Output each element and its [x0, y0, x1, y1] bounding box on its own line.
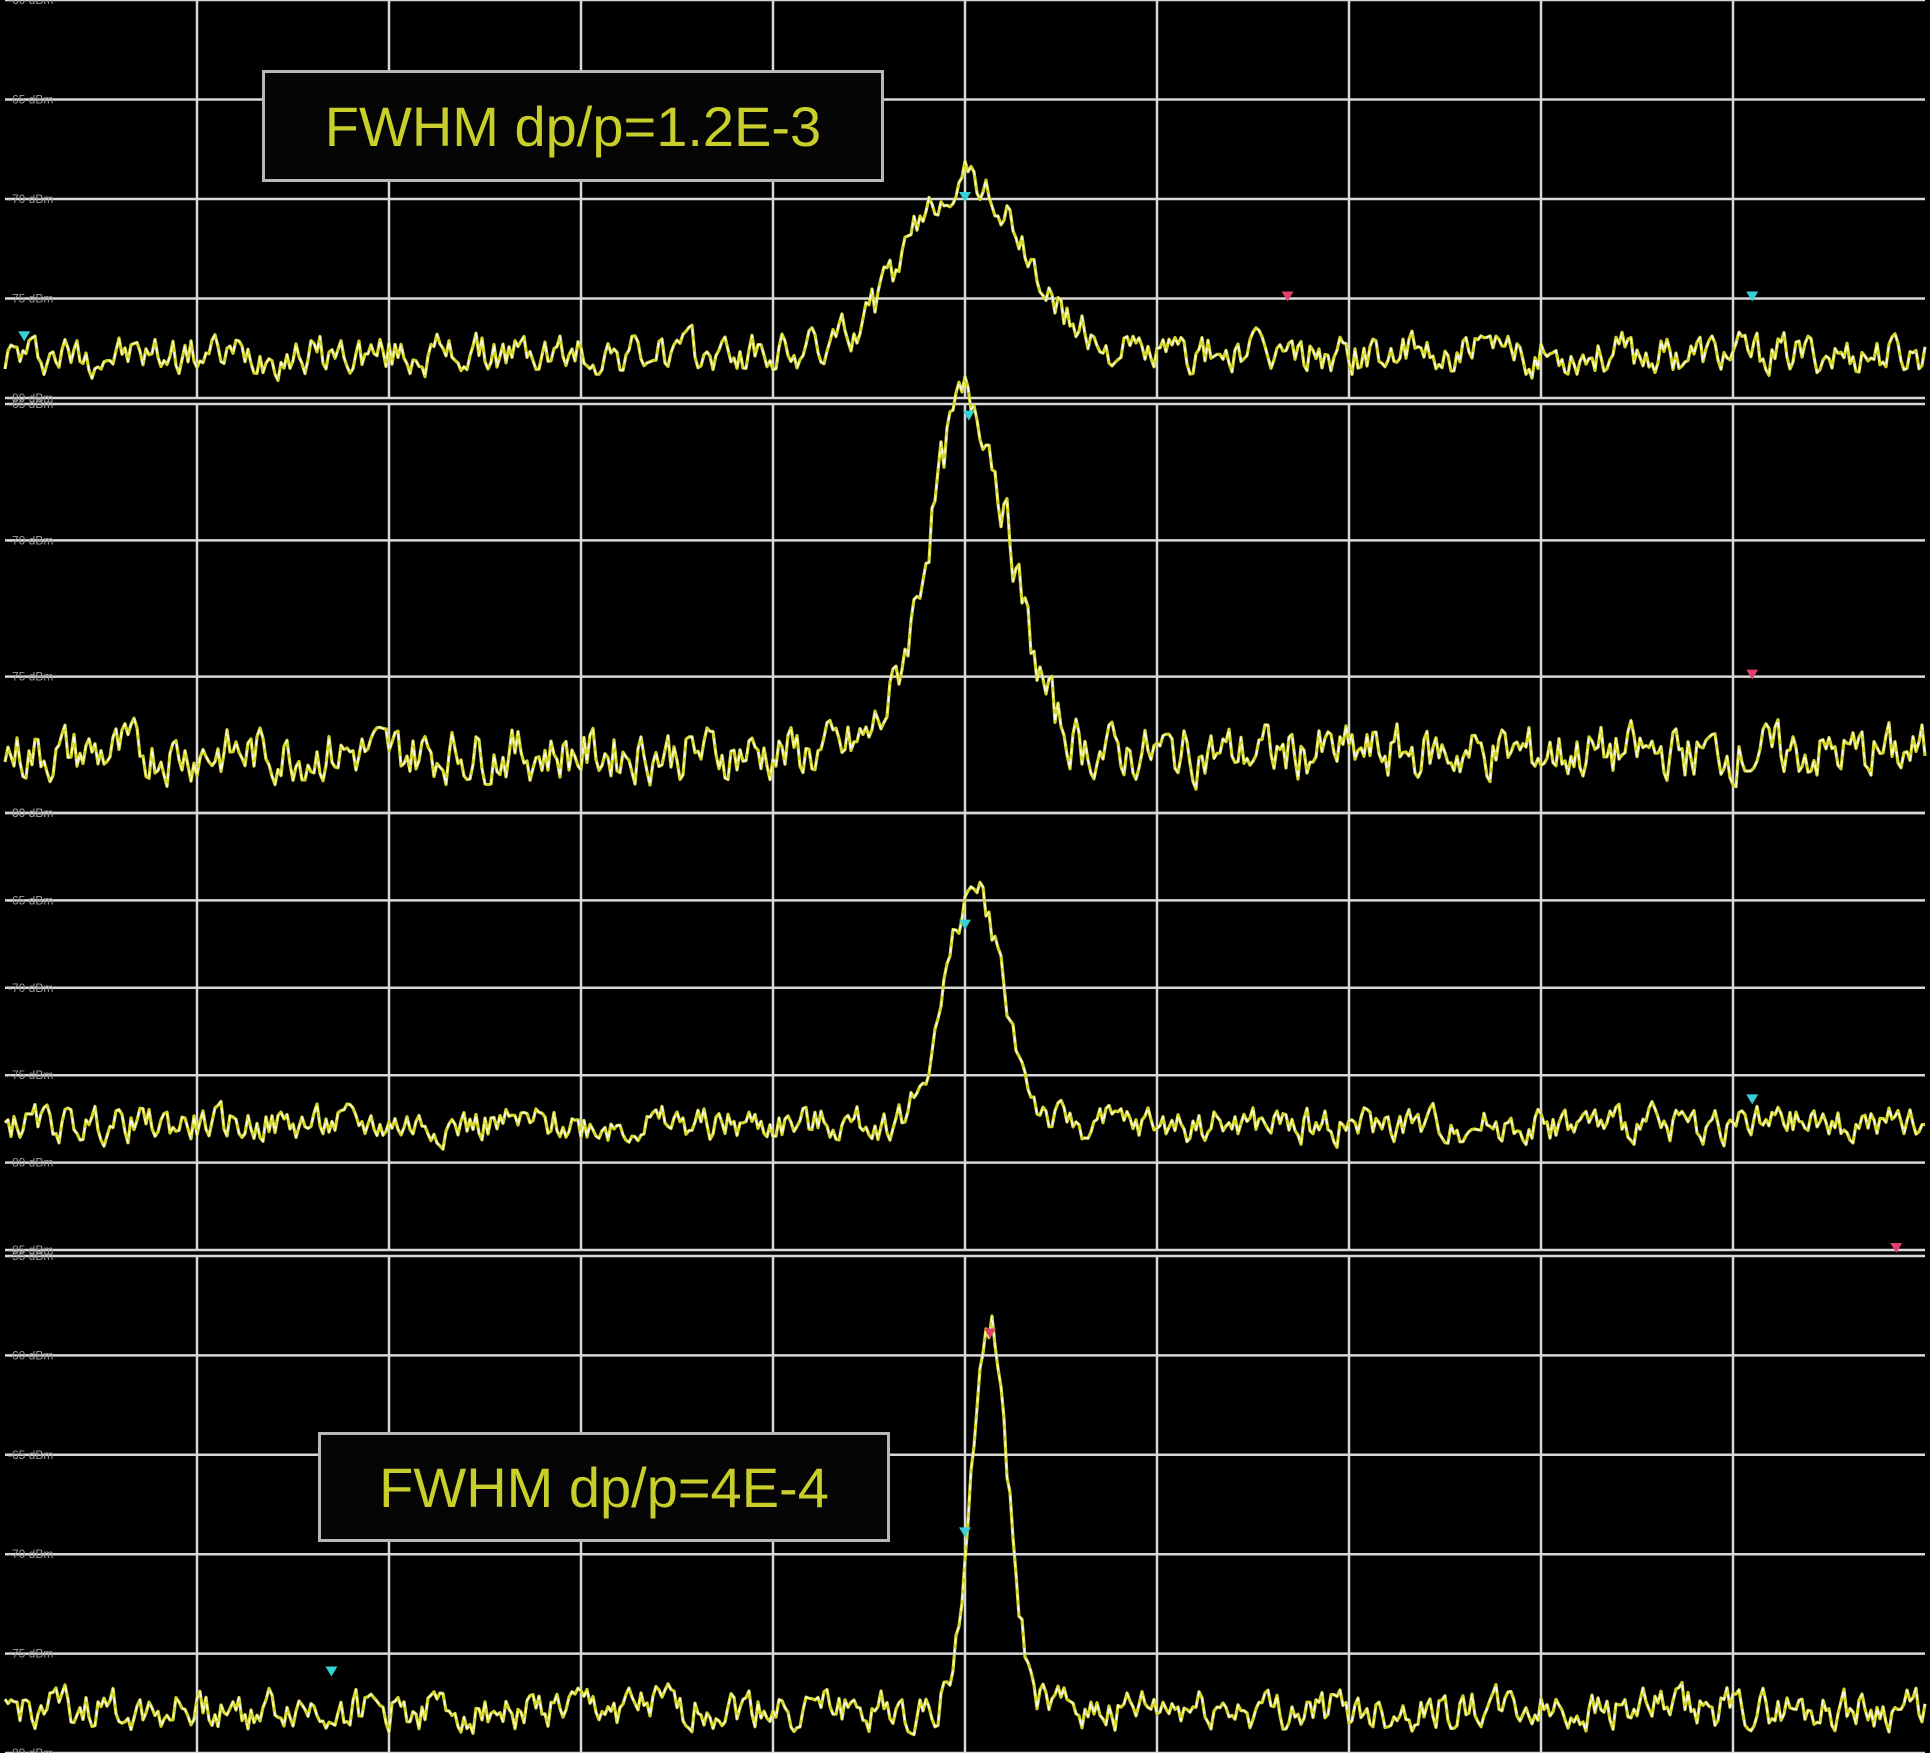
y-tick-label: -70 dBm [8, 1547, 53, 1561]
y-tick-label: -75 dBm [8, 1647, 53, 1661]
spectrum-analyzer-display: -60 dBm -65 dBm -70 dBm -75 dBm -80 dBm -65 d… [0, 0, 1930, 1753]
fwhm-annotation-top: FWHM dp/p=1.2E-3 [262, 70, 884, 182]
y-tick-label: -80 dBm [8, 1156, 53, 1170]
y-tick-label: -75 dBm [8, 292, 53, 306]
marker-point [1746, 1094, 1759, 1105]
marker-point [325, 1666, 338, 1677]
y-tick-label: -75 dBm [8, 670, 53, 684]
y-tick-label: -65 dBm [8, 893, 53, 907]
fwhm-annotation-bottom: FWHM dp/p=4E-4 [318, 1432, 890, 1542]
y-tick-label: -65 dBm [8, 1448, 53, 1462]
y-tick-label: -65 dBm [8, 397, 53, 411]
y-tick-label: -70 dBm [8, 981, 53, 995]
y-tick-label: -60 dBm [8, 1348, 53, 1362]
y-tick-label: -65 dBm [8, 93, 53, 107]
y-tick-label: -70 dBm [8, 192, 53, 206]
marker-point [959, 1527, 971, 1538]
marker-point [1890, 1243, 1903, 1253]
marker-point [1746, 669, 1759, 680]
marker-point [1746, 291, 1759, 302]
y-tick-label: -70 dBm [8, 533, 53, 547]
y-tick-label: -60 dBm [8, 806, 53, 820]
y-tick-label: -60 dBm [8, 0, 53, 7]
y-tick-label: -55 dBm [8, 1249, 53, 1263]
y-tick-label: -80 dBm [8, 1746, 53, 1753]
spectrum-plot: -60 dBm -65 dBm -70 dBm -75 dBm -80 dBm -65 d… [3, 0, 1927, 1753]
y-tick-label: -75 dBm [8, 1068, 53, 1082]
marker-point [959, 192, 971, 202]
marker-point [1281, 291, 1294, 302]
